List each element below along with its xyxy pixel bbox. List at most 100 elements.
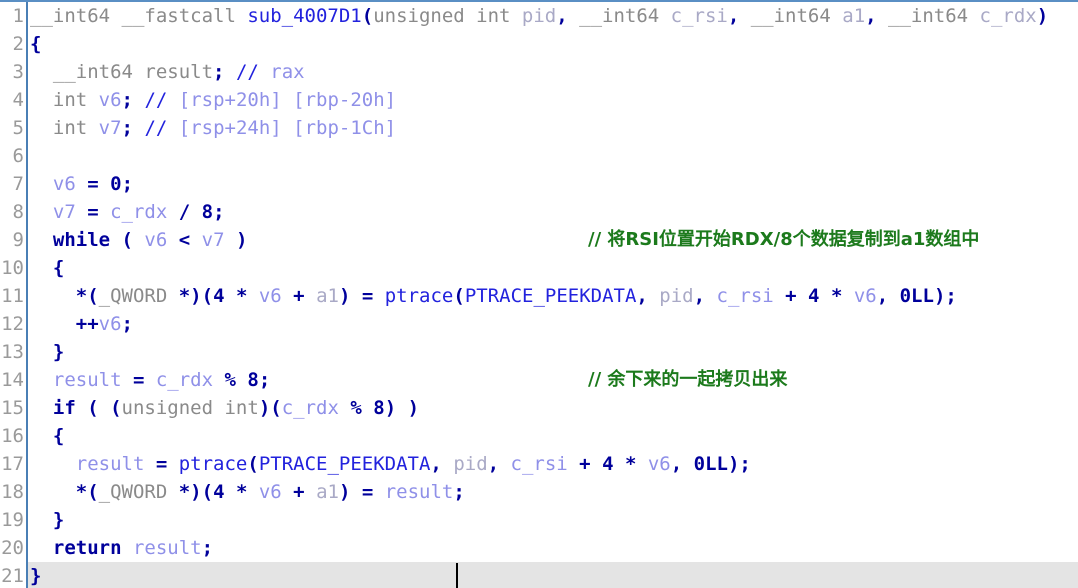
token-op: = <box>75 173 111 195</box>
code-line[interactable]: { <box>30 254 1078 282</box>
token-punct: ) <box>224 229 248 251</box>
token-punct: , <box>670 453 694 475</box>
line-number: 4 <box>12 89 24 111</box>
token-type: _QWORD <box>98 481 179 503</box>
token-var: result <box>52 369 122 391</box>
line-number: 8 <box>12 201 24 223</box>
line-number: 21 <box>1 565 24 587</box>
code-line-text: v7 = c_rdx / 8; <box>30 201 225 223</box>
token-var: v6 <box>98 89 122 111</box>
code-line[interactable]: } <box>30 562 1078 588</box>
code-line[interactable] <box>30 142 1078 170</box>
token-fn: // <box>144 89 168 111</box>
token-punct: ); <box>933 285 957 307</box>
token-punct: } <box>52 509 65 531</box>
token-const: PTRACE_PEEKDATA <box>258 453 431 475</box>
token-punct: , <box>876 285 900 307</box>
token-num: 0 <box>110 173 122 195</box>
code-line-text: *(_QWORD *)(4 * v6 + a1) = ptrace(PTRACE… <box>30 285 957 307</box>
token-punct: ; <box>201 537 214 559</box>
code-line[interactable]: v7 = c_rdx / 8; <box>30 198 1078 226</box>
line-number: 2 <box>12 33 24 55</box>
token-punct: ( ( <box>75 397 122 419</box>
code-line-text: int v7; // [rsp+24h] [rbp-1Ch] <box>30 117 396 139</box>
token-punct: ; <box>121 117 133 139</box>
code-line[interactable]: *(_QWORD *)(4 * v6 + a1) = ptrace(PTRACE… <box>30 282 1078 310</box>
code-line[interactable]: result = c_rdx % 8; // 余下来的一起拷贝出来 <box>30 366 1078 394</box>
token-fn: ptrace <box>384 285 454 307</box>
token-var: result <box>384 481 454 503</box>
code-line-text: if ( (unsigned int)(c_rdx % 8) ) <box>30 397 419 419</box>
line-number: 11 <box>1 285 24 307</box>
token-op: * <box>819 285 854 307</box>
code-line[interactable]: ++v6; <box>30 310 1078 338</box>
line-number: 13 <box>1 341 24 363</box>
line-number: 20 <box>1 537 24 559</box>
token-var: v6 <box>258 285 282 307</box>
token-kw: if <box>52 397 76 419</box>
code-line[interactable]: if ( (unsigned int)(c_rdx % 8) ) <box>30 394 1078 422</box>
pseudocode-view[interactable]: 1 2 3 4 5 6 7 8 9 10 11 12 13 14 15 16 17 18 19 20 21 __int6… <box>0 0 1078 588</box>
line-number: 17 <box>1 453 24 475</box>
code-line-text: } <box>30 341 64 363</box>
token-type: __int64 <box>739 5 843 27</box>
text-caret <box>456 563 458 588</box>
token-op: ) = <box>338 481 385 503</box>
token-num: 0LL <box>899 285 934 307</box>
token-var: [rsp+20h] [rbp-20h] <box>167 89 397 111</box>
token-type: __int64 __fastcall <box>30 5 248 27</box>
code-line[interactable]: __int64 __fastcall sub_4007D1(unsigned i… <box>30 2 1078 30</box>
token-op: = <box>144 453 179 475</box>
code-line[interactable]: int v7; // [rsp+24h] [rbp-1Ch] <box>30 114 1078 142</box>
token-arg: pid <box>441 453 488 475</box>
token-var: rax <box>258 61 305 83</box>
token-punct: ( <box>110 229 145 251</box>
token-op: *( <box>75 285 99 307</box>
code-line[interactable]: *(_QWORD *)(4 * v6 + a1) = result; <box>30 478 1078 506</box>
token-op: + <box>281 481 317 503</box>
code-line[interactable]: return result; <box>30 534 1078 562</box>
code-line[interactable]: } <box>30 338 1078 366</box>
token-punct: ; <box>121 313 133 335</box>
code-line[interactable]: } <box>30 506 1078 534</box>
code-line[interactable]: v6 = 0; <box>30 170 1078 198</box>
line-number: 10 <box>1 257 24 279</box>
token-punct: } <box>30 565 42 587</box>
token-num: 8 <box>373 397 385 419</box>
line-number: 6 <box>12 145 24 167</box>
token-op: % <box>338 397 374 419</box>
code-area[interactable]: __int64 __fastcall sub_4007D1(unsigned i… <box>30 2 1078 588</box>
code-line[interactable]: { <box>30 422 1078 450</box>
token-punct: , <box>727 5 740 27</box>
token-op: % <box>213 369 248 391</box>
token-var: v6 <box>258 481 282 503</box>
token-var: v6 <box>144 229 168 251</box>
token-arg: c_rdx <box>979 5 1037 27</box>
code-line[interactable]: result = ptrace(PTRACE_PEEKDATA, pid, c_… <box>30 450 1078 478</box>
token-num: 4 <box>602 453 614 475</box>
token-type: _QWORD <box>98 285 179 307</box>
token-punct: ( <box>361 5 374 27</box>
line-number: 9 <box>12 229 24 251</box>
code-line-text: { <box>30 425 64 447</box>
token-op: + <box>281 285 317 307</box>
token-num: 8 <box>247 369 259 391</box>
token-punct: ; <box>121 173 134 195</box>
token-num: 4 <box>213 285 225 307</box>
code-line[interactable]: { <box>30 30 1078 58</box>
token-op: ++ <box>75 313 99 335</box>
code-line[interactable]: int v6; // [rsp+20h] [rbp-20h] <box>30 86 1078 114</box>
code-line-text: { <box>30 257 64 279</box>
code-line-text: ++v6; <box>30 313 133 335</box>
token-op: + <box>773 285 809 307</box>
code-line[interactable]: __int64 result; // rax <box>30 58 1078 86</box>
token-op: ) = <box>338 285 385 307</box>
code-line[interactable]: while ( v6 < v7 ) // 将RSI位置开始RDX/8个数据复制到a… <box>30 226 1078 254</box>
